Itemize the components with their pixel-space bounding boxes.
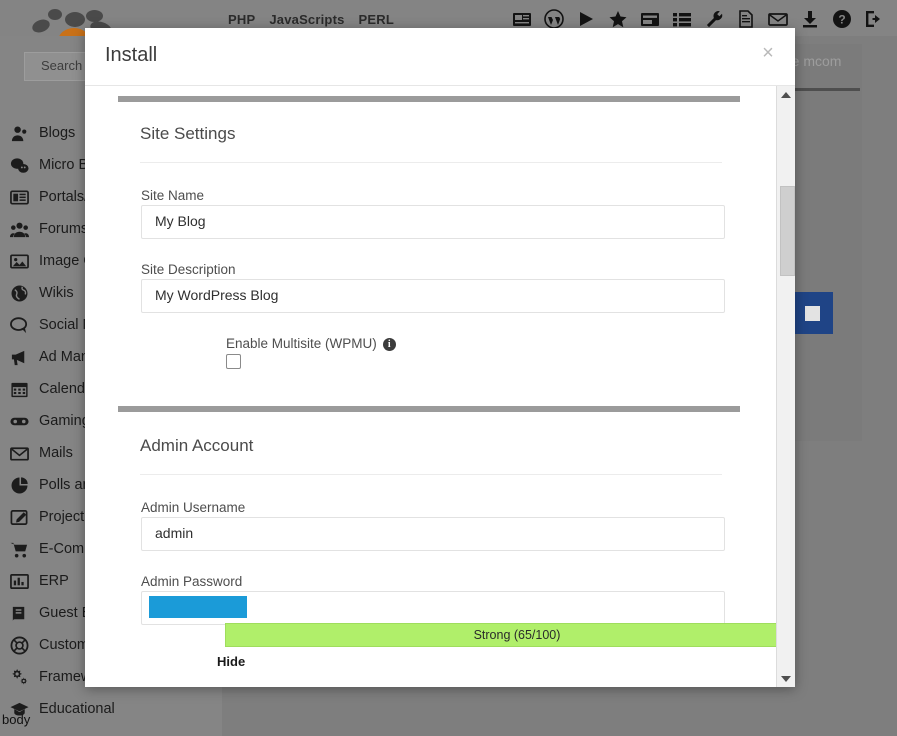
sidebar-item-label: Mails	[39, 445, 73, 461]
sidebar-item-label: Polls an	[39, 477, 91, 493]
book-icon	[8, 603, 30, 623]
password-selection-highlight	[149, 596, 247, 618]
modal-header: Install ×	[85, 28, 795, 86]
section-rule-site-settings	[140, 162, 722, 163]
speech-icon	[8, 315, 30, 335]
megaphone-icon	[8, 347, 30, 367]
password-toggle-button[interactable]: Hide	[217, 654, 245, 669]
group-icon	[8, 219, 30, 239]
top-nav[interactable]: PHP JavaScripts PERL	[228, 12, 394, 27]
section-title-site-settings: Site Settings	[140, 124, 236, 143]
logout-icon[interactable]	[863, 8, 885, 30]
site-description-value: My WordPress Blog	[155, 287, 279, 303]
site-description-label: Site Description	[141, 262, 236, 277]
wordpress-icon[interactable]	[543, 8, 565, 30]
mail-icon	[8, 443, 30, 463]
background-rule	[792, 88, 860, 91]
background-app-icon[interactable]	[791, 292, 833, 334]
gamepad-icon	[8, 411, 30, 431]
modal-title: Install	[105, 44, 158, 66]
svg-text:?: ?	[838, 13, 845, 27]
scroll-up-arrow[interactable]	[777, 86, 795, 103]
section-title-admin-account: Admin Account	[140, 436, 254, 455]
list-icon[interactable]	[671, 8, 693, 30]
sidebar-item-label: Micro B	[39, 157, 89, 173]
site-description-input[interactable]: My WordPress Blog	[141, 279, 725, 313]
play-icon[interactable]	[575, 8, 597, 30]
sidebar-item-label: Wikis	[39, 285, 74, 301]
admin-username-label: Admin Username	[141, 500, 246, 515]
top-icon-bar[interactable]: ?	[511, 8, 885, 30]
admin-username-input[interactable]: admin	[141, 517, 725, 551]
rss-news-icon[interactable]	[511, 8, 533, 30]
star-icon[interactable]	[607, 8, 629, 30]
password-strength-text: Strong (65/100)	[473, 628, 561, 642]
globe-icon	[8, 283, 30, 303]
section-divider-top	[118, 96, 740, 102]
sidebar-item-label: Blogs	[39, 125, 76, 141]
modal-scrollbar[interactable]	[776, 86, 795, 687]
sidebar-item-label: ERP	[39, 573, 69, 589]
site-name-value: My Blog	[155, 213, 206, 229]
status-tooltip: body	[2, 712, 31, 727]
user-icon	[8, 123, 30, 143]
bar-chart-icon	[8, 571, 30, 591]
help-icon[interactable]: ?	[831, 8, 853, 30]
pie-chart-icon	[8, 475, 30, 495]
top-nav-item-javascripts[interactable]: JavaScripts	[269, 12, 344, 27]
scrollbar-thumb[interactable]	[780, 186, 795, 276]
cart-icon	[8, 539, 30, 559]
envelope-icon[interactable]	[767, 8, 789, 30]
install-modal: Install × Site Settings Site Name My Blo…	[85, 28, 795, 687]
search-placeholder: Search	[41, 58, 83, 73]
portal-icon	[8, 187, 30, 207]
enable-multisite-checkbox[interactable]	[226, 354, 241, 369]
sidebar-item-label: Gaming	[39, 413, 90, 429]
close-icon[interactable]: ×	[757, 42, 779, 64]
section-divider-middle	[118, 406, 740, 412]
modal-body: Site Settings Site Name My Blog Site Des…	[85, 86, 795, 687]
sidebar-item-label: Forums	[39, 221, 89, 237]
enable-multisite-text: Enable Multisite (WPMU)	[226, 336, 377, 351]
enable-multisite-label: Enable Multisite (WPMU) i	[226, 336, 396, 351]
chat-bubbles-icon	[8, 155, 30, 175]
admin-password-input[interactable]	[141, 591, 725, 625]
sidebar-item-label: Guest B	[39, 605, 92, 621]
calendar-icon	[8, 379, 30, 399]
site-name-label: Site Name	[141, 188, 205, 203]
sidebar-item-label: Portals/	[39, 189, 89, 205]
sidebar-item-label: Project	[39, 509, 85, 525]
edit-icon	[8, 507, 30, 527]
sidebar-item-label: Educational	[39, 701, 115, 717]
background-card	[790, 44, 862, 441]
lifebuoy-icon	[8, 635, 30, 655]
gears-icon	[8, 667, 30, 687]
file-icon[interactable]	[735, 8, 757, 30]
site-name-input[interactable]: My Blog	[141, 205, 725, 239]
wrench-icon[interactable]	[703, 8, 725, 30]
download-icon[interactable]	[799, 8, 821, 30]
section-rule-admin-account	[140, 474, 722, 475]
sidebar-item-educational[interactable]: Educational	[8, 693, 223, 725]
admin-password-label: Admin Password	[141, 574, 243, 589]
admin-username-value: admin	[155, 525, 194, 541]
install-form: Site Settings Site Name My Blog Site Des…	[85, 86, 795, 687]
image-icon	[8, 251, 30, 271]
window-icon[interactable]	[639, 8, 661, 30]
top-nav-item-php[interactable]: PHP	[228, 12, 255, 27]
scroll-down-arrow[interactable]	[777, 670, 795, 687]
password-strength-meter: Strong (65/100)	[225, 623, 795, 647]
top-nav-item-perl[interactable]: PERL	[359, 12, 394, 27]
info-icon[interactable]: i	[382, 338, 396, 351]
